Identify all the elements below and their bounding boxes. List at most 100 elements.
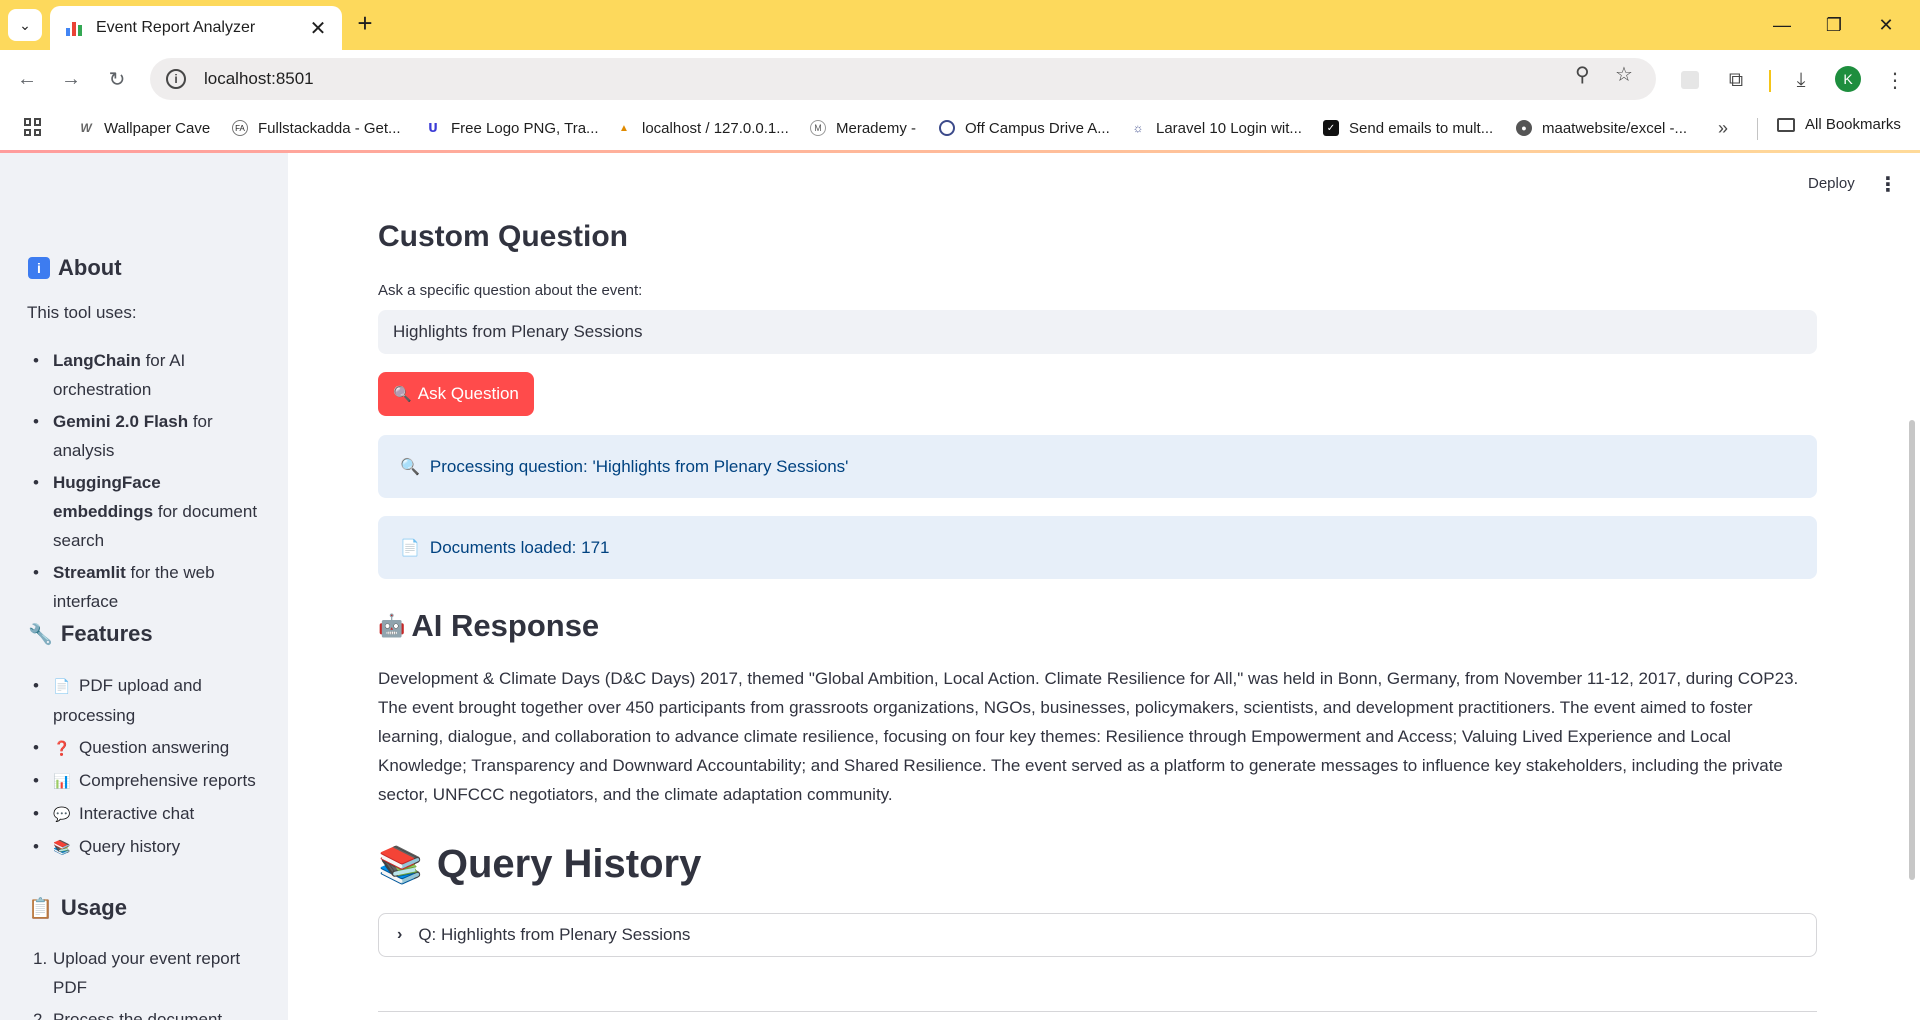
- window-close-button[interactable]: ✕: [1866, 10, 1906, 40]
- document-icon: 📄: [53, 678, 71, 694]
- bookmark-label: Free Logo PNG, Tra...: [451, 119, 599, 137]
- bookmark-star-icon[interactable]: ☆: [1615, 62, 1633, 87]
- list-item-number: 2.: [33, 1010, 48, 1020]
- about-title: About: [58, 255, 122, 280]
- all-bookmarks-label: All Bookmarks: [1805, 116, 1901, 133]
- list-item-number: 1.: [33, 949, 48, 968]
- more-bookmarks-icon[interactable]: »: [1718, 118, 1728, 139]
- list-item: 💬 Interactive chat: [33, 799, 263, 829]
- query-history-heading: 📚 Query History: [378, 842, 701, 887]
- extensions-puzzle-icon[interactable]: ⧉: [1722, 66, 1750, 94]
- bookmark-label: localhost / 127.0.0.1...: [642, 119, 789, 137]
- features-title: Features: [60, 621, 153, 646]
- browser-tab-active[interactable]: Event Report Analyzer ✕: [50, 6, 342, 50]
- browser-tab-strip: ⌄ Event Report Analyzer ✕ + — ❐ ✕: [0, 0, 1920, 50]
- zoom-icon[interactable]: ⚲: [1575, 62, 1590, 87]
- bookmarks-divider: [1757, 118, 1758, 140]
- free-logo-icon: ᑌ: [428, 121, 438, 135]
- tab-search-button[interactable]: ⌄: [8, 9, 42, 41]
- about-heading: i About: [28, 255, 122, 281]
- toolbar-divider: [1769, 70, 1771, 92]
- bookmark-maatwebsite[interactable]: ● maatwebsite/excel -...: [1516, 116, 1687, 140]
- speech-bubble-icon: 💬: [53, 806, 71, 822]
- minimize-button[interactable]: —: [1762, 10, 1802, 40]
- books-icon: 📚: [378, 843, 423, 885]
- documents-loaded-alert: 📄 Documents loaded: 171: [378, 516, 1817, 579]
- github-icon: ●: [1516, 120, 1532, 136]
- bar-chart-icon: 📊: [53, 773, 71, 789]
- custom-question-heading: Custom Question: [378, 220, 629, 253]
- question-icon: ❓: [53, 740, 71, 756]
- bookmarks-bar: W Wallpaper Cave FA Fullstackadda - Get.…: [0, 108, 1920, 148]
- bookmark-laravel-login[interactable]: ☼ Laravel 10 Login wit...: [1130, 116, 1302, 140]
- list-item: LangChain for AI orchestration: [33, 346, 263, 404]
- forward-button[interactable]: →: [56, 64, 86, 94]
- download-icon[interactable]: ⤓: [1787, 66, 1815, 94]
- phpmyadmin-icon: ▲: [619, 122, 629, 134]
- wallpaper-cave-icon: W: [80, 121, 92, 135]
- features-list: 📄PDF upload and processing ❓ Question ans…: [33, 671, 263, 865]
- ask-question-label: Ask Question: [417, 384, 519, 403]
- list-item-text: Question answering: [79, 738, 230, 757]
- send-emails-icon: ✓: [1323, 120, 1339, 136]
- ai-response-heading: 🤖 AI Response: [378, 608, 599, 644]
- ask-question-button[interactable]: 🔍 Ask Question: [378, 372, 534, 416]
- merademy-icon: M: [810, 120, 826, 136]
- bookmark-label: Fullstackadda - Get...: [258, 119, 401, 137]
- bookmark-label: Laravel 10 Login wit...: [1156, 119, 1302, 137]
- bookmark-localhost-pma[interactable]: ▲ localhost / 127.0.0.1...: [616, 116, 789, 140]
- address-bar[interactable]: i localhost:8501: [150, 58, 1656, 100]
- features-heading: 🔧 Features: [28, 621, 153, 647]
- bookmark-merademy[interactable]: M Merademy -: [810, 116, 916, 140]
- history-expander[interactable]: › Q: Highlights from Plenary Sessions: [378, 913, 1817, 957]
- bookmark-off-campus-drive[interactable]: Off Campus Drive A...: [939, 116, 1110, 140]
- bookmark-fullstackadda[interactable]: FA Fullstackadda - Get...: [232, 116, 401, 140]
- bookmark-wallpaper-cave[interactable]: W Wallpaper Cave: [78, 116, 210, 140]
- bookmark-label: Wallpaper Cave: [104, 119, 211, 137]
- folder-icon: [1777, 117, 1795, 132]
- app-menu-icon[interactable]: ⋮: [1878, 172, 1898, 197]
- url-text: localhost:8501: [204, 69, 314, 88]
- ai-response-text: Development & Climate Days (D&C Days) 20…: [378, 669, 1799, 804]
- list-item: 📚 Query history: [33, 832, 263, 862]
- chevron-right-icon: ›: [397, 926, 403, 943]
- lightbulb-icon: ☼: [1132, 121, 1144, 135]
- usage-list: 1. Upload your event report PDF 2. Process…: [33, 944, 263, 1020]
- new-tab-button[interactable]: +: [352, 10, 378, 37]
- all-bookmarks-button[interactable]: All Bookmarks: [1777, 116, 1901, 133]
- bookmark-label: maatwebsite/excel -...: [1542, 119, 1688, 137]
- site-info-icon[interactable]: i: [166, 69, 186, 89]
- list-item-text: PDF upload and processing: [53, 676, 202, 725]
- documents-loaded-message: Documents loaded: 171: [429, 537, 610, 557]
- list-item-bold: HuggingFace embeddings: [53, 473, 161, 521]
- bookmark-free-logo-png[interactable]: ᑌ Free Logo PNG, Tra...: [425, 116, 599, 140]
- deploy-button[interactable]: Deploy: [1808, 175, 1855, 192]
- browser-menu-icon[interactable]: ⋮: [1881, 66, 1909, 94]
- profile-avatar[interactable]: K: [1835, 66, 1861, 92]
- bookmark-send-emails[interactable]: ✓ Send emails to mult...: [1323, 116, 1493, 140]
- close-icon[interactable]: ✕: [306, 16, 330, 41]
- back-button[interactable]: ←: [12, 64, 42, 94]
- scrollbar[interactable]: [1909, 420, 1915, 880]
- list-item-text: Upload your event report PDF: [53, 949, 241, 997]
- fullstackadda-icon: FA: [232, 120, 248, 136]
- list-item-text: Process the document: [53, 1010, 223, 1020]
- apps-grid-icon[interactable]: [24, 118, 42, 136]
- list-item-bold: Streamlit: [53, 563, 126, 582]
- query-history-title: Query History: [436, 842, 702, 886]
- question-input[interactable]: Highlights from Plenary Sessions: [378, 310, 1817, 354]
- usage-title: Usage: [60, 895, 127, 920]
- list-item-text: Comprehensive reports: [79, 771, 256, 790]
- restore-button[interactable]: ❐: [1814, 10, 1854, 40]
- list-item: 📄PDF upload and processing: [33, 671, 263, 730]
- question-label: Ask a specific question about the event:: [378, 282, 643, 299]
- bookmark-label: Merademy -: [836, 119, 917, 137]
- extension-placeholder-icon[interactable]: [1676, 66, 1704, 94]
- clipboard-icon: 📋: [28, 897, 53, 920]
- browser-toolbar: ← → ↻ i localhost:8501 ⚲ ☆ ⧉ ⤓ K ⋮: [0, 50, 1920, 108]
- about-intro: This tool uses:: [27, 303, 137, 322]
- about-list: LangChain for AI orchestration Gemini 2.…: [33, 346, 263, 619]
- list-item-text: Interactive chat: [79, 804, 195, 823]
- processing-info-alert: 🔍 Processing question: 'Highlights from …: [378, 435, 1817, 498]
- reload-button[interactable]: ↻: [102, 64, 132, 94]
